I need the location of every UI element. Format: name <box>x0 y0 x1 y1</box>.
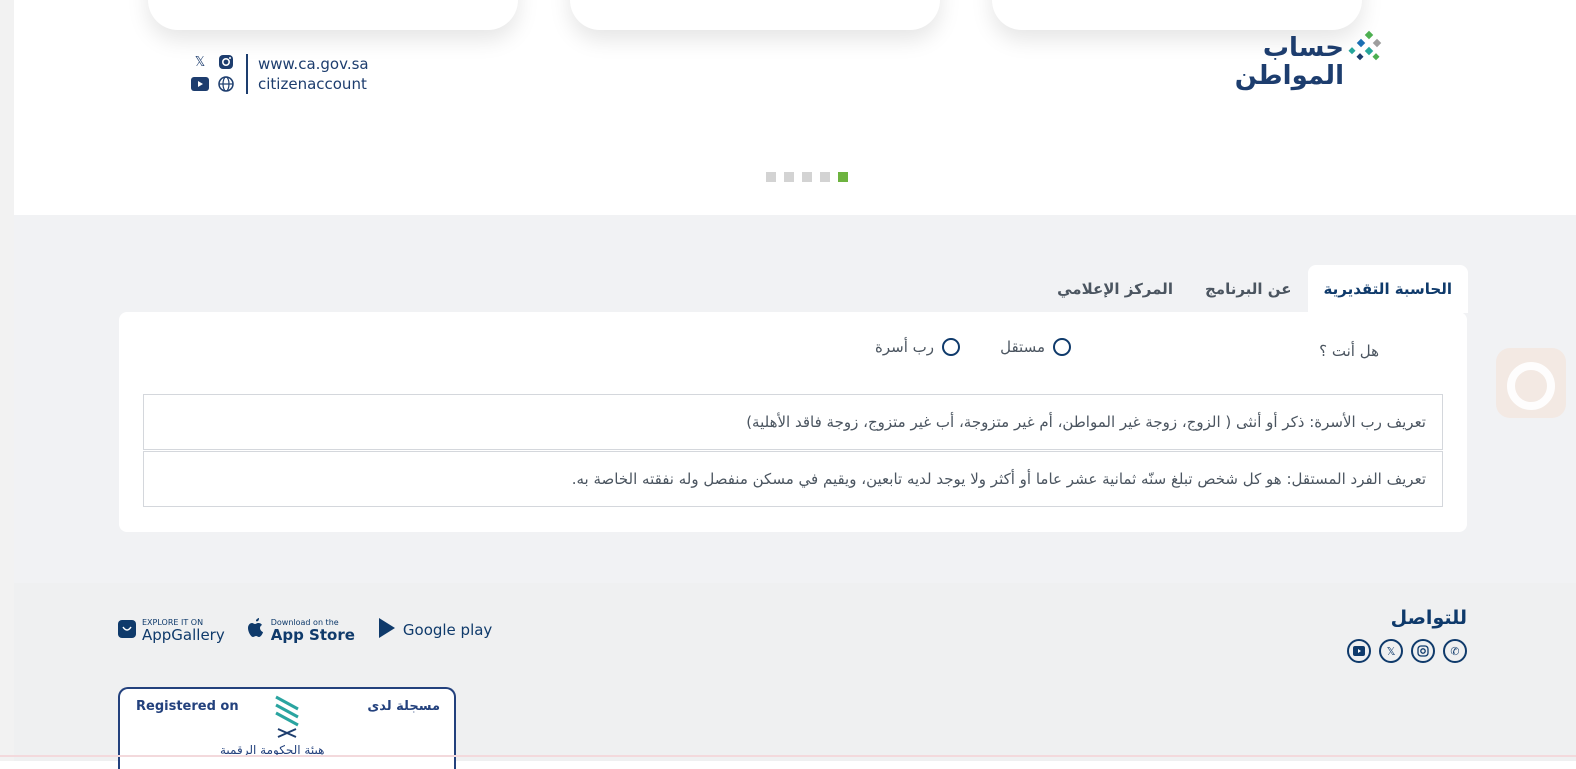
app-store-badges: EXPLORE IT ON AppGallery Download on the… <box>118 617 492 644</box>
carousel-dot[interactable] <box>802 172 812 182</box>
definition-family-head: تعريف رب الأسرة: ذكر أو أنثى ( الزوج، زو… <box>143 394 1443 450</box>
registered-right-label: مسجلة لدى <box>367 699 440 714</box>
youtube-icon[interactable] <box>1347 639 1371 663</box>
section-tabs: الحاسبة التقديرية عن البرنامج المركز الإ… <box>1041 265 1468 313</box>
carousel-dot[interactable] <box>820 172 830 182</box>
appstore-badge[interactable]: Download on the App Store <box>247 618 355 644</box>
x-icon[interactable]: 𝕏 <box>1379 639 1403 663</box>
huawei-appgallery-icon <box>118 619 136 643</box>
radio-circle-icon[interactable] <box>942 338 960 356</box>
radio-label: رب أسرة <box>874 338 934 356</box>
registered-left-label: Registered on <box>136 699 239 714</box>
hero-social-icons: 𝕏 <box>190 53 238 95</box>
left-strip <box>0 0 14 761</box>
carousel-dot[interactable] <box>766 172 776 182</box>
appgallery-name: AppGallery <box>142 625 225 644</box>
appstore-name: App Store <box>270 625 355 644</box>
carousel-dot-active[interactable] <box>838 172 848 182</box>
radio-label: مستقل <box>1000 338 1045 356</box>
instagram-icon[interactable] <box>216 53 236 71</box>
radio-circle-icon[interactable] <box>1053 338 1071 356</box>
carousel-dots <box>766 172 848 182</box>
footer: للتواصل ✆ 𝕏 EXPLORE IT ON AppGallery Dow… <box>14 583 1576 769</box>
social-divider <box>246 54 248 94</box>
instagram-icon[interactable] <box>1411 639 1435 663</box>
site-url[interactable]: www.ca.gov.sa <box>258 54 369 74</box>
googleplay-badge[interactable]: Google play <box>377 617 492 644</box>
contact-icons: ✆ 𝕏 <box>1347 639 1467 663</box>
tab-media-center[interactable]: المركز الإعلامي <box>1041 265 1189 313</box>
bottom-divider <box>0 755 1576 757</box>
youtube-icon[interactable] <box>190 75 210 93</box>
hero-card <box>148 0 518 30</box>
google-play-icon <box>377 617 397 644</box>
tab-about-program[interactable]: عن البرنامج <box>1189 265 1308 313</box>
citizen-account-logo[interactable]: حساب المواطن <box>1235 30 1384 96</box>
definition-independent: تعريف الفرد المستقل: هو كل شخص تبلغ سنّه… <box>143 451 1443 507</box>
hero-card <box>992 0 1362 30</box>
hero-banner: حساب المواطن 𝕏 www.ca.gov.sa citizenacco… <box>14 0 1576 215</box>
hero-social-block: 𝕏 www.ca.gov.sa citizenaccount <box>190 52 369 96</box>
x-icon[interactable]: 𝕏 <box>190 53 210 71</box>
hero-card <box>570 0 940 30</box>
tab-estimated-calculator[interactable]: الحاسبة التقديرية <box>1307 265 1468 313</box>
googleplay-name: Google play <box>402 621 493 639</box>
radio-independent[interactable]: مستقل <box>1000 338 1071 356</box>
carousel-dot[interactable] <box>784 172 794 182</box>
brand-wordmark: حساب المواطن <box>1234 33 1344 91</box>
appgallery-badge[interactable]: EXPLORE IT ON AppGallery <box>118 618 225 644</box>
social-handle: citizenaccount <box>258 75 367 93</box>
calculator-section: الحاسبة التقديرية عن البرنامج المركز الإ… <box>14 215 1576 583</box>
floating-chat-icon[interactable] <box>1486 338 1576 428</box>
radio-family-head[interactable]: رب أسرة <box>875 338 960 356</box>
globe-icon[interactable] <box>216 75 236 93</box>
question-label: هل أنت ؟ <box>1319 342 1379 360</box>
calculator-panel: هل أنت ؟ مستقل رب أسرة تعريف رب الأسرة: … <box>119 312 1467 532</box>
digital-government-logo-icon <box>275 695 299 738</box>
social-urls: www.ca.gov.sa citizenaccount <box>258 54 369 94</box>
logo-dots-icon <box>1348 30 1382 61</box>
phone-icon[interactable]: ✆ <box>1443 639 1467 663</box>
contact-title: للتواصل <box>1390 607 1467 629</box>
apple-icon <box>247 618 265 643</box>
